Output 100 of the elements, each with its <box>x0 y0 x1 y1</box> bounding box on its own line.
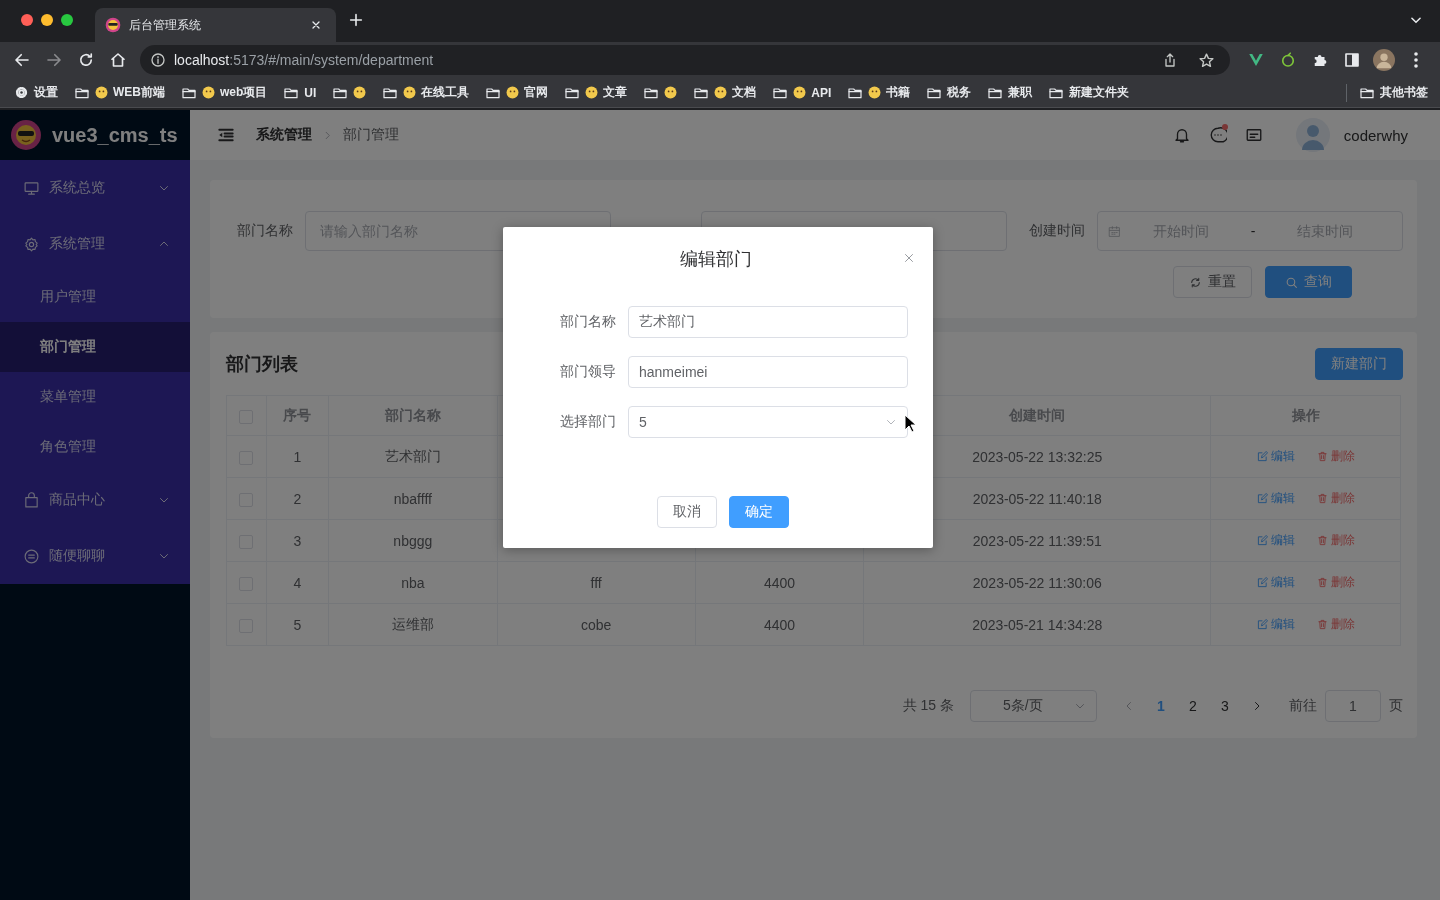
table-cell: 3 <box>293 532 302 549</box>
trash-icon <box>1316 577 1328 588</box>
avatar-icon <box>1373 49 1395 71</box>
breadcrumb-item[interactable]: 部门管理 <box>343 126 399 144</box>
page-number-field[interactable]: 1 <box>1325 690 1381 722</box>
menu-item[interactable]: 随便聊聊 <box>0 528 190 584</box>
submenu-item[interactable]: 部门管理 <box>0 322 190 372</box>
table-cell: 2023-05-21 14:34:28 <box>972 616 1103 633</box>
table-title: 部门列表 <box>226 353 298 376</box>
bookmark[interactable]: WEB前端 <box>74 80 165 105</box>
card-icon <box>1244 126 1263 144</box>
page-button[interactable]: 3 <box>1209 690 1241 722</box>
page-size-select[interactable]: 5条/页 <box>970 690 1097 722</box>
delete-link[interactable]: 删除 <box>1316 532 1355 549</box>
table-cell: nbggg <box>393 532 433 549</box>
field-label: 部门名称 <box>559 313 616 331</box>
window-control-button[interactable] <box>21 14 33 26</box>
table-cell: 2023-05-22 11:40:18 <box>972 490 1102 507</box>
more-icon <box>1414 52 1418 68</box>
bookmark[interactable]: 书籍 <box>847 80 911 105</box>
menu-item[interactable]: 商品中心 <box>0 472 190 528</box>
bookmark[interactable]: 新建文件夹 <box>1048 80 1130 105</box>
edit-icon <box>1256 577 1268 588</box>
table-cell: 5 <box>293 616 302 633</box>
edit-icon <box>1256 493 1268 504</box>
app-title: vue3_cms_ts <box>52 123 178 147</box>
address-bar[interactable]: localhost:5173/#/main/system/department <box>140 45 1230 75</box>
settings-icon <box>23 235 40 253</box>
bookmark[interactable]: web项目 <box>181 80 268 105</box>
close-button[interactable] <box>902 251 916 265</box>
dialog-title: 编辑部门 <box>679 248 752 271</box>
table-cell: nbaffff <box>393 490 432 507</box>
table-cell: 2023-05-22 13:32:25 <box>972 448 1103 465</box>
forward-icon <box>45 51 63 69</box>
trash-icon <box>1316 619 1328 630</box>
goto-label: 前往 <box>1289 697 1317 715</box>
calendar-icon <box>1108 224 1121 238</box>
search-icon <box>1285 275 1298 289</box>
mouse-cursor-icon <box>904 414 917 433</box>
chat-bubble-icon <box>1208 126 1227 144</box>
logo-icon <box>10 119 42 151</box>
bookmark[interactable]: 文章 <box>564 80 628 105</box>
back-icon <box>13 51 31 69</box>
bookmark[interactable]: UI <box>283 80 317 105</box>
delete-link[interactable]: 删除 <box>1316 616 1355 633</box>
page-button[interactable]: 2 <box>1177 690 1209 722</box>
trash-icon <box>1316 493 1328 504</box>
bookmark[interactable]: 在线工具 <box>382 80 470 105</box>
share-icon <box>1162 52 1178 68</box>
plus-icon <box>348 11 364 28</box>
home-icon <box>109 51 127 69</box>
bell-icon <box>1172 126 1191 144</box>
trash-icon <box>1316 535 1328 546</box>
cancel-button[interactable]: 取消 <box>657 496 717 528</box>
table-cell: 1 <box>293 448 302 465</box>
edit-icon <box>1256 535 1268 546</box>
bookmark[interactable]: 官网 <box>485 80 549 105</box>
bookmark[interactable]: API <box>772 80 832 105</box>
bookmark[interactable]: 文档 <box>693 80 757 105</box>
bookmark[interactable]: 设置 <box>14 80 58 105</box>
favicon-icon <box>105 17 121 33</box>
url-text: localhost:5173/#/main/system/department <box>174 52 434 68</box>
input-field[interactable]: hanmeimei <box>628 356 908 388</box>
table-cell: 4 <box>293 574 302 591</box>
table-cell: 2023-05-22 11:39:51 <box>972 532 1102 549</box>
window-control-button[interactable] <box>61 14 73 26</box>
field-label: 部门领导 <box>559 363 616 381</box>
reset-button[interactable]: 重置 <box>1173 266 1252 298</box>
menu-item[interactable]: 系统管理 <box>0 216 190 272</box>
delete-link[interactable]: 删除 <box>1316 490 1355 507</box>
table-cell: 4400 <box>763 616 796 633</box>
bookmark[interactable]: 兼职 <box>987 80 1033 105</box>
table-cell: cobe <box>581 616 612 633</box>
side-panel-icon <box>1343 51 1361 69</box>
table-cell: 运维部 <box>391 615 434 632</box>
menu-item[interactable]: 系统总览 <box>0 160 190 216</box>
info-icon <box>150 52 166 68</box>
star-icon <box>1197 51 1215 69</box>
bookmark[interactable]: 税务 <box>926 80 972 105</box>
bookmark[interactable]: 其他书签 <box>1359 80 1428 105</box>
delete-link[interactable]: 删除 <box>1316 448 1355 465</box>
select-field[interactable]: 5 <box>628 406 908 438</box>
delete-link[interactable]: 删除 <box>1316 574 1355 591</box>
window-control-button[interactable] <box>41 14 53 26</box>
edit-icon <box>1256 619 1268 630</box>
browser-tab[interactable]: 后台管理系统 <box>95 8 336 42</box>
table-cell: nba <box>401 574 425 591</box>
username[interactable]: coderwhy <box>1343 126 1408 144</box>
field-label: 部门名称 <box>237 222 294 240</box>
refresh-icon <box>1189 275 1202 289</box>
confirm-button[interactable]: 确定 <box>729 496 789 528</box>
table-cell: 4400 <box>763 574 796 591</box>
input-field[interactable]: 艺术部门 <box>628 306 908 338</box>
settings-icon <box>14 85 29 100</box>
breadcrumb-item[interactable]: 系统管理 <box>256 126 312 144</box>
page-suffix: 页 <box>1389 697 1403 715</box>
monitor-icon <box>23 179 40 197</box>
table-cell: 艺术部门 <box>384 447 441 464</box>
range-separator: - <box>1249 223 1257 239</box>
ring-icon <box>1279 51 1297 69</box>
